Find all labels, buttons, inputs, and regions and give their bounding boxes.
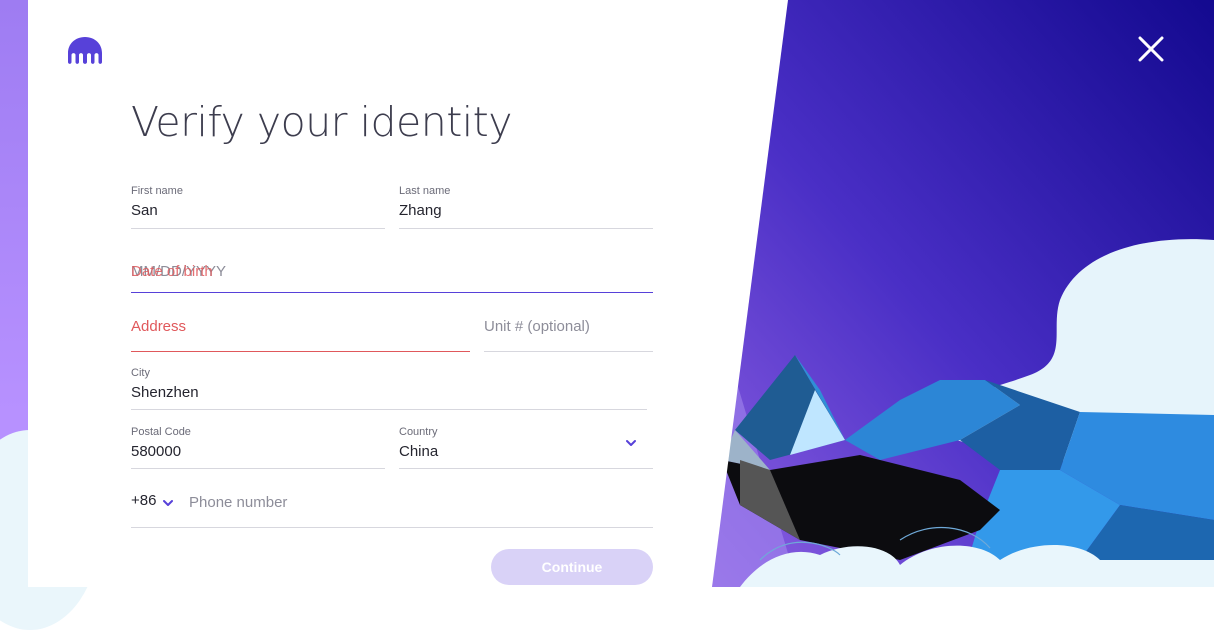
first-name-label: First name xyxy=(131,185,183,197)
city-value: Shenzhen xyxy=(131,384,199,401)
country-label: Country xyxy=(399,426,438,438)
chevron-down-icon[interactable] xyxy=(626,438,636,448)
city-label: City xyxy=(131,367,150,379)
address-label: Address xyxy=(131,318,187,335)
postal-code-value: 580000 xyxy=(131,443,182,460)
last-name-label: Last name xyxy=(399,185,451,197)
postal-code-label: Postal Code xyxy=(131,426,191,438)
phone-placeholder: Phone number xyxy=(189,494,288,511)
last-name-field[interactable]: Last name Zhang xyxy=(399,185,653,229)
unit-placeholder: Unit # (optional) xyxy=(484,318,590,335)
country-value: China xyxy=(399,443,439,460)
country-select[interactable]: Country China xyxy=(399,426,653,469)
city-field[interactable]: City Shenzhen xyxy=(131,367,647,410)
postal-code-field[interactable]: Postal Code 580000 xyxy=(131,426,385,469)
page-title: Verify your identity xyxy=(131,98,513,146)
first-name-field[interactable]: First name San xyxy=(131,185,385,229)
last-name-value: Zhang xyxy=(399,202,442,219)
first-name-value: San xyxy=(131,202,158,219)
unit-field[interactable]: Unit # (optional) xyxy=(484,310,653,352)
close-icon[interactable] xyxy=(1134,32,1168,66)
chevron-down-icon[interactable] xyxy=(163,498,173,508)
date-of-birth-field[interactable]: MM/DD/YYYY Date of birth xyxy=(131,255,653,293)
date-of-birth-label: Date of birth xyxy=(131,263,213,280)
phone-country-code[interactable]: +86 xyxy=(131,492,156,509)
continue-button[interactable]: Continue xyxy=(491,549,653,585)
kraken-logo-icon xyxy=(68,37,102,64)
phone-field[interactable]: +86 Phone number xyxy=(131,486,653,528)
address-field[interactable]: Address xyxy=(131,310,470,352)
